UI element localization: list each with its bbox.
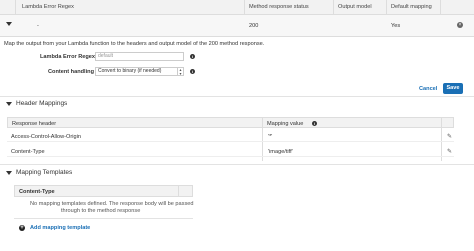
- col-content-type: Content-Type: [19, 189, 55, 195]
- row-status-value: 200: [249, 23, 259, 29]
- save-button[interactable]: Save: [443, 83, 463, 94]
- col-response-header: Response header: [12, 120, 57, 127]
- col-output-model: Output model: [338, 4, 372, 10]
- header-mappings-title: Header Mappings: [16, 100, 68, 107]
- mapping-templates-title: Mapping Templates: [16, 169, 73, 176]
- empty-templates-message: No mapping templates defined. The respon…: [30, 201, 194, 207]
- edit-pencil-icon[interactable]: ✎: [447, 133, 452, 140]
- header-mappings-table-header: Response header Mapping value i: [7, 117, 454, 128]
- divider: [0, 164, 474, 165]
- edit-pencil-icon[interactable]: ✎: [447, 148, 452, 155]
- caret-down-icon[interactable]: [6, 102, 12, 106]
- regex-input[interactable]: default: [95, 52, 184, 61]
- row-default-mapping-value: Yes: [391, 23, 401, 29]
- table-row[interactable]: Content-Type 'image/tiff' ✎: [7, 146, 454, 157]
- response-row-200[interactable]: - 200 Yes ×: [0, 15, 474, 37]
- mapping-templates-table-header: Content-Type: [14, 185, 193, 197]
- col-method-response-status: Method response status: [249, 4, 309, 10]
- table-row[interactable]: Access-Control-Allow-Origin '*' ✎: [7, 131, 454, 142]
- col-lambda-error-regex: Lambda Error Regex: [22, 4, 74, 10]
- responses-table-header: Lambda Error Regex Method response statu…: [0, 0, 474, 15]
- cancel-button[interactable]: Cancel: [419, 86, 437, 92]
- content-handling-select[interactable]: Convert to binary (if needed) ▴ ▾: [95, 67, 184, 76]
- col-mapping-value: Mapping value: [267, 120, 304, 127]
- info-icon[interactable]: i: [312, 121, 317, 126]
- select-arrows-icon: ▴ ▾: [177, 68, 183, 75]
- col-default-mapping: Default mapping: [391, 4, 432, 10]
- info-icon[interactable]: i: [190, 54, 195, 59]
- divider: [178, 185, 179, 197]
- regex-label: Lambda Error Regex: [40, 54, 96, 60]
- detail-description: Map the output from your Lambda function…: [4, 41, 265, 47]
- remove-response-icon[interactable]: ×: [457, 22, 463, 28]
- mapping-value-cell: '*': [268, 134, 273, 140]
- add-icon[interactable]: +: [19, 225, 25, 231]
- empty-templates-message-2: through to the method response: [61, 208, 141, 214]
- caret-down-icon[interactable]: [6, 22, 12, 26]
- content-handling-label: Content handling: [48, 69, 94, 75]
- divider: [14, 218, 193, 219]
- info-icon[interactable]: i: [190, 69, 195, 74]
- divider: [0, 96, 474, 97]
- response-header-cell: Content-Type: [11, 149, 45, 155]
- response-header-cell: Access-Control-Allow-Origin: [11, 134, 81, 140]
- add-mapping-template-link[interactable]: Add mapping template: [30, 225, 90, 231]
- mapping-value-cell: 'image/tiff': [268, 149, 293, 155]
- row-regex-value: -: [37, 23, 39, 29]
- caret-down-icon[interactable]: [6, 171, 12, 175]
- content-handling-value: Convert to binary (if needed): [98, 68, 162, 74]
